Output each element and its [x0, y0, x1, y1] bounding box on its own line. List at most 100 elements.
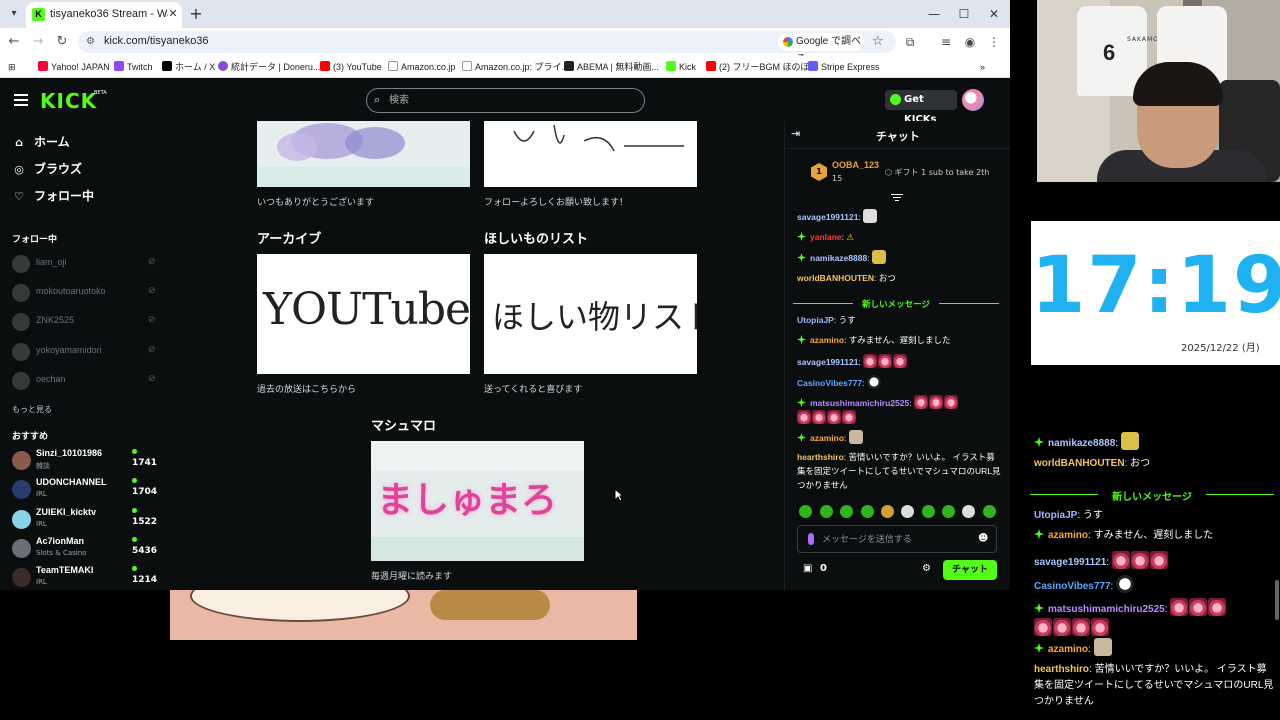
marshmallow-title: マシュマロ	[371, 419, 437, 434]
wallet-button[interactable]: ▣ 0	[803, 563, 827, 574]
following-channel[interactable]: oechan ⊘	[12, 371, 160, 391]
recommended-channel[interactable]: UDONCHANNEL IRL 1704	[12, 477, 160, 503]
following-channel[interactable]: liam_oji ⊘	[12, 254, 160, 274]
url-text[interactable]: kick.com/tisyaneko36	[104, 35, 209, 47]
emote-icon[interactable]	[861, 505, 874, 518]
google-search-chip[interactable]: Google で調べる	[778, 33, 864, 65]
wishlist-title: ほしいものリスト	[484, 232, 589, 247]
user-avatar[interactable]	[962, 89, 984, 111]
recommended-channel[interactable]: ZUIEKI_kicktv IRL 1522	[12, 507, 160, 533]
recommended-channel[interactable]: Sinzi_10101986 雑談 1741	[12, 448, 160, 474]
chat-message: worldBANHOUTEN: おつ	[797, 273, 896, 283]
gift-icon: ⬡	[885, 168, 895, 177]
sidebar-item-browse[interactable]: ◎ ブラウズ	[12, 159, 82, 179]
new-tab-icon[interactable]: +	[186, 4, 206, 24]
omnibox[interactable]: ⚙ kick.com/tisyaneko36 Google で調べる ☆	[78, 31, 896, 65]
emote-icon[interactable]	[799, 505, 812, 518]
clock-time: 17:19	[1031, 241, 1280, 331]
minimize-icon[interactable]: —	[920, 3, 948, 25]
sidebar-item-home[interactable]: ⌂ ホーム	[12, 132, 70, 152]
get-kicks-button[interactable]: Get KICKs	[885, 90, 957, 125]
bookmark-doneru[interactable]: 統計データ | Doneru...	[218, 60, 320, 74]
send-chat-button[interactable]: チャット	[943, 560, 997, 580]
emote-icon	[827, 410, 841, 424]
bookmarks-overflow-icon[interactable]: »	[980, 60, 985, 74]
tab-search-icon[interactable]: ▾	[4, 4, 24, 24]
archive-panel-image[interactable]: YOUTube	[257, 254, 470, 374]
chat-settings-icon[interactable]: ⚙	[922, 563, 931, 574]
bookmark-bgm[interactable]: (2) フリーBGM ほのぼ...	[706, 60, 817, 74]
emote-icon[interactable]	[942, 505, 955, 518]
profile-icon[interactable]: ◉	[960, 32, 980, 52]
chat-message: azamino:	[797, 430, 1003, 445]
quick-emote-bar	[799, 505, 999, 519]
search-box[interactable]: ⌕	[366, 88, 645, 113]
emote-icon[interactable]	[983, 505, 996, 518]
wishlist-caption: 送ってくれると喜びます	[484, 385, 583, 395]
emoji-picker-icon[interactable]: ☻	[978, 533, 990, 545]
emote-icon[interactable]	[962, 505, 975, 518]
recommended-channel[interactable]: TeamTEMAKI IRL 1214	[12, 565, 160, 590]
search-input[interactable]	[389, 92, 629, 109]
extensions-icon[interactable]: ⧉	[900, 32, 920, 52]
bookmark-star-icon[interactable]: ☆	[872, 33, 888, 51]
bookmark-x[interactable]: ホーム / X	[162, 60, 215, 74]
bookmark-yahoo[interactable]: Yahoo! JAPAN	[38, 60, 110, 74]
emote-icon	[1189, 598, 1208, 616]
webcam-feed: SAKAMOTO 6	[1037, 0, 1280, 182]
following-channel[interactable]: ZNK2525 ⊘	[12, 312, 160, 332]
bookmark-kick[interactable]: Kick	[666, 60, 696, 74]
chat-message-input[interactable]	[822, 532, 972, 547]
top-gifter-name[interactable]: OOBA_123	[832, 160, 879, 170]
emote-icon[interactable]	[881, 505, 894, 518]
top-gifter-banner: 1 OOBA_123 15 ⬡ ギフト 1 sub to take 2th	[785, 149, 1010, 193]
apps-grid-icon[interactable]: ⊞	[8, 60, 16, 74]
x-icon	[162, 61, 172, 71]
wishlist-panel-image[interactable]: ほしい物リスト	[484, 254, 697, 374]
following-channel[interactable]: yokoyamamidori ⊘	[12, 342, 160, 362]
reload-icon[interactable]: ↻	[52, 32, 72, 52]
bookmark-amazon-prime[interactable]: Amazon.co.jp: プライ...	[462, 60, 569, 74]
bookmark-amazon[interactable]: Amazon.co.jp	[388, 60, 456, 74]
thanks-panel-image[interactable]	[257, 121, 470, 187]
site-info-icon[interactable]: ⚙	[86, 34, 100, 50]
emote-icon[interactable]	[901, 505, 914, 518]
chat-input-box[interactable]: ☻	[797, 525, 997, 553]
emote-icon[interactable]	[840, 505, 853, 518]
emote-icon	[1130, 551, 1149, 569]
mouse-cursor-icon	[614, 488, 624, 502]
chat-filter-icon[interactable]	[891, 194, 903, 204]
follow-panel-image[interactable]	[484, 121, 697, 187]
youtube-icon	[706, 61, 716, 71]
recommended-channel[interactable]: Ac7ionMan Slots & Casino 5436	[12, 536, 160, 562]
emote-icon	[928, 395, 943, 409]
media-icon[interactable]: ≡	[936, 32, 956, 52]
menu-kebab-icon[interactable]: ⋮	[984, 32, 1004, 52]
hamburger-menu-icon[interactable]	[14, 94, 28, 106]
bookmark-youtube[interactable]: (3) YouTube	[320, 60, 382, 74]
close-tab-icon[interactable]: ✕	[166, 6, 180, 22]
emote-icon	[866, 375, 881, 389]
show-more-link[interactable]: もっと見る	[12, 404, 52, 415]
following-channel[interactable]: mokoutoaruotoko ⊘	[12, 283, 160, 303]
kick-logo[interactable]: KICK	[40, 89, 97, 113]
back-icon[interactable]: ←	[4, 32, 24, 52]
kicks-coin-icon	[890, 94, 901, 105]
bookmark-abema[interactable]: ABEMA | 無料動画...	[564, 60, 659, 74]
sidebar-item-following[interactable]: ♡ フォロー中	[12, 186, 94, 206]
overlay-chat-message: namikaze8888:	[1034, 432, 1274, 452]
compass-icon: ◎	[14, 163, 24, 176]
browser-tab[interactable]: K tisyaneko36 Stream - Watch Live ✕	[26, 2, 182, 28]
window-close-icon[interactable]: ✕	[980, 3, 1008, 25]
emote-icon	[943, 395, 958, 409]
marshmallow-panel-image[interactable]: ましゅまろ	[371, 441, 584, 561]
avatar	[12, 451, 31, 470]
emote-icon[interactable]	[922, 505, 935, 518]
microphone-icon[interactable]	[808, 533, 814, 545]
bookmark-twitch[interactable]: Twitch	[114, 60, 153, 74]
offline-icon: ⊘	[148, 374, 156, 384]
emote-icon[interactable]	[820, 505, 833, 518]
bookmark-stripe[interactable]: Stripe Express	[808, 60, 880, 74]
forward-icon[interactable]: →	[28, 32, 48, 52]
maximize-icon[interactable]: ☐	[950, 3, 978, 25]
